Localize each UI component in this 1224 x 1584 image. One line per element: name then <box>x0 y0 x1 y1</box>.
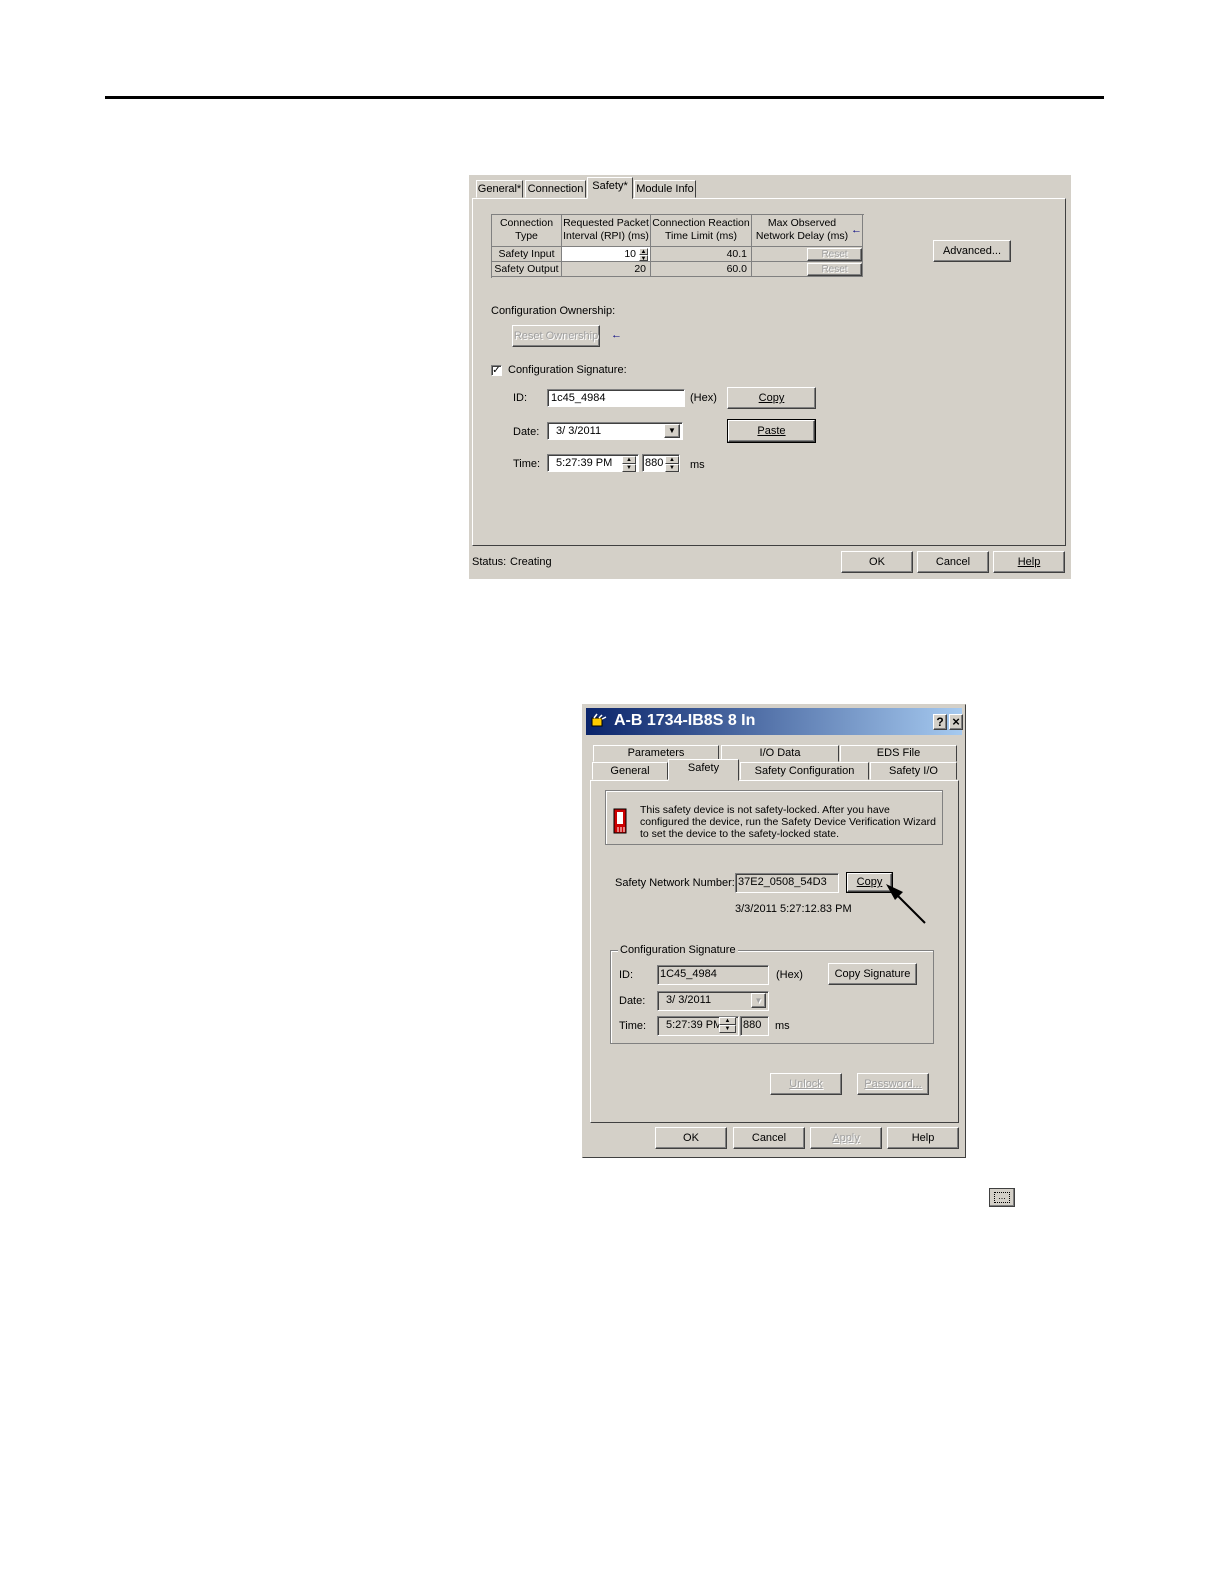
snn-field: 37E2_0508_54D3 <box>735 873 839 893</box>
signature-id-field[interactable]: 1c45_4984 <box>547 389 685 407</box>
unlock-button[interactable]: Unlock <box>770 1073 842 1095</box>
copy-signature-button-label: Copy Signature <box>834 968 911 980</box>
signature-date-field[interactable]: 3/ 3/2011 <box>547 422 683 440</box>
safety-lock-icon <box>612 805 630 835</box>
ok-button[interactable]: OK <box>841 551 913 573</box>
help-button-label: Help <box>1017 556 1041 568</box>
paste-button-label: Paste <box>757 425 786 437</box>
ownership-label: Configuration Ownership: <box>491 305 616 317</box>
reset-ownership-button[interactable]: Reset Ownership <box>512 325 600 347</box>
row-type: Safety Output <box>492 262 562 277</box>
connection-table: Connection Type Requested Packet Interva… <box>491 214 864 278</box>
header-connection-type: Connection Type <box>492 215 562 247</box>
apply-button-label: Apply <box>832 1132 860 1144</box>
reset-delay-button[interactable]: Reset <box>807 263 862 276</box>
pointer-arrow-icon <box>883 883 927 925</box>
unlock-button-label: Unlock <box>789 1078 823 1090</box>
help-icon[interactable]: ? <box>933 714 947 730</box>
hex-label: (Hex) <box>690 392 717 404</box>
page-header-rule <box>105 96 1104 99</box>
time-spinner[interactable]: ▲ ▼ <box>622 456 636 472</box>
tab-general[interactable]: General <box>592 762 668 780</box>
arrow-left-icon: ← <box>611 329 622 341</box>
cancel-button[interactable]: Cancel <box>733 1127 805 1149</box>
time-spinner: ▲ ▼ <box>719 1017 736 1033</box>
warning-text: This safety device is not safety-locked.… <box>640 804 936 840</box>
tab-connection[interactable]: Connection <box>525 180 586 198</box>
tab-safety-io[interactable]: Safety I/O <box>870 762 957 780</box>
device-properties-dialog: A-B 1734-IB8S 8 In ? × Parameters I/O Da… <box>582 704 966 1158</box>
tab-safety-configuration[interactable]: Safety Configuration <box>740 762 869 780</box>
cancel-button[interactable]: Cancel <box>917 551 989 573</box>
time-label: Time: <box>513 458 541 470</box>
date-dropdown-button: ▼ <box>751 993 766 1008</box>
ms-spinner[interactable]: ▲ ▼ <box>665 456 679 472</box>
header-rpi: Requested Packet Interval (RPI) (ms) <box>562 215 651 247</box>
header-reaction-time: Connection Reaction Time Limit (ms) <box>651 215 752 247</box>
row-rpi: 20 <box>562 262 651 277</box>
password-button-label: Password... <box>864 1078 922 1090</box>
status-label: Status: <box>472 556 507 568</box>
copy-signature-button[interactable]: Copy Signature <box>828 963 917 985</box>
row-limit: 40.1 <box>651 247 752 262</box>
signature-checkbox-label: Configuration Signature: <box>508 364 627 376</box>
help-button[interactable]: Help <box>887 1127 959 1149</box>
device-icon <box>591 713 607 729</box>
signature-ms-field: 880 <box>740 1016 769 1036</box>
advanced-button[interactable]: Advanced... <box>933 240 1011 262</box>
reset-delay-button[interactable]: Reset <box>807 248 862 261</box>
apply-button[interactable]: Apply <box>810 1127 882 1149</box>
row-type: Safety Input <box>492 247 562 262</box>
snn-copy-button-label: Copy <box>856 876 883 888</box>
close-icon[interactable]: × <box>949 714 963 730</box>
title-bar: A-B 1734-IB8S 8 In ? × <box>586 708 963 735</box>
tab-module-info[interactable]: Module Info <box>634 180 696 198</box>
header-max-delay: Max Observed Network Delay (ms) <box>752 215 863 247</box>
help-button[interactable]: Help <box>993 551 1065 573</box>
copy-button-label: Copy <box>758 392 785 404</box>
copy-button[interactable]: Copy <box>727 387 816 409</box>
row-limit: 60.0 <box>651 262 752 277</box>
hex-label: (Hex) <box>776 969 803 981</box>
paste-button[interactable]: Paste <box>727 419 816 443</box>
module-properties-dialog: General* Connection Safety* Module Info … <box>469 175 1071 579</box>
tab-safety[interactable]: Safety <box>668 759 739 781</box>
ms-label: ms <box>775 1020 790 1032</box>
id-label: ID: <box>619 969 634 981</box>
warning-box: This safety device is not safety-locked.… <box>605 790 943 845</box>
status-value: Creating <box>510 556 552 568</box>
window-title: A-B 1734-IB8S 8 In <box>614 712 756 729</box>
tab-eds-file[interactable]: EDS File <box>840 745 957 762</box>
date-label: Date: <box>619 995 646 1007</box>
tab-general[interactable]: General* <box>476 180 523 198</box>
ok-button[interactable]: OK <box>655 1127 727 1149</box>
date-label: Date: <box>513 426 540 438</box>
ellipsis-button-icon: ... <box>989 1188 1015 1207</box>
signature-checkbox[interactable]: ✓ <box>491 365 502 376</box>
rpi-input[interactable]: 10 <box>562 247 651 262</box>
date-dropdown-button[interactable]: ▼ <box>664 424 680 438</box>
tab-safety[interactable]: Safety* <box>587 177 633 199</box>
time-label: Time: <box>619 1020 647 1032</box>
password-button[interactable]: Password... <box>857 1073 929 1095</box>
signature-id-field: 1C45_4984 <box>657 965 769 985</box>
snn-label: Safety Network Number: <box>615 877 735 889</box>
id-label: ID: <box>513 392 528 404</box>
group-title: Configuration Signature <box>618 944 738 956</box>
ms-label: ms <box>690 459 705 471</box>
rpi-spinner[interactable]: ▲ ▼ <box>639 248 648 261</box>
snn-timestamp: 3/3/2011 5:27:12.83 PM <box>735 903 852 915</box>
arrow-left-icon: ← <box>851 224 862 236</box>
